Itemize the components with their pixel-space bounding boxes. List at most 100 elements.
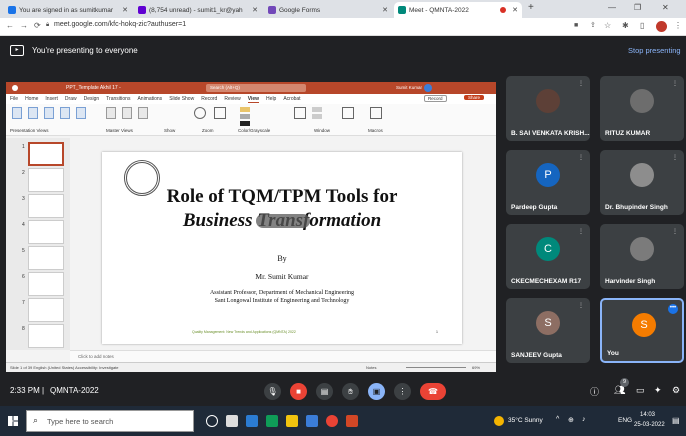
participant-tile[interactable]: ⋮ P Pardeep Gupta [506,150,590,215]
network-icon[interactable]: ⊕ [568,416,574,424]
outlook-icon[interactable] [246,415,258,427]
edge-icon[interactable] [266,415,278,427]
more-options-button[interactable]: ⋮ [394,383,411,400]
volume-icon[interactable]: ♪ [582,416,586,423]
normal-view-icon[interactable] [12,107,22,119]
presentation-overlay-pill[interactable] [256,214,310,228]
more-options-icon[interactable]: ⋮ [578,154,584,161]
macros-icon[interactable] [370,107,382,119]
notes-toggle[interactable]: Notes [366,365,376,370]
camera-icon[interactable]: ■ [574,22,578,29]
windows-start-icon[interactable] [8,416,18,426]
close-icon[interactable]: ✕ [252,6,258,14]
url-field[interactable]: meet.google.com/kfc-hokq-zic?authuser=1 [54,21,186,28]
task-view-icon[interactable] [226,415,238,427]
leave-call-button[interactable]: ☎︎ [420,383,446,400]
star-icon[interactable]: ☆ [604,21,611,30]
close-icon[interactable]: ✕ [122,6,128,14]
slide-thumbnail[interactable] [28,220,64,244]
more-options-icon[interactable]: ••• [668,304,678,314]
participant-tile[interactable]: ⋮ RITUZ KUMAR [600,76,684,141]
slide-thumbnail[interactable] [28,194,64,218]
switch-windows-icon[interactable] [342,107,354,119]
more-options-icon[interactable]: ⋮ [672,154,678,161]
camera-button[interactable]: ■ [290,383,307,400]
black-white-swatch[interactable] [240,121,250,126]
ppt-user-avatar[interactable] [424,84,432,92]
more-options-icon[interactable]: ⋮ [578,302,584,309]
ppt-menu-help[interactable]: Help [266,96,276,103]
slide-thumbnail[interactable] [28,142,64,166]
ppt-menu-draw[interactable]: Draw [65,96,77,103]
profile-avatar[interactable] [656,21,667,32]
captions-button[interactable]: ▤ [316,383,333,400]
ppt-menu-animations[interactable]: Animations [137,96,162,103]
ppt-menu-design[interactable]: Design [84,96,100,103]
tab-mail[interactable]: (8,754 unread) - sumit1_kr@yah ✕ [134,2,262,18]
notifications-icon[interactable]: ▤ [672,416,680,425]
extensions-icon[interactable]: ✱ [622,21,629,30]
grayscale-swatch[interactable] [240,114,250,119]
sidebar-icon[interactable]: ▯ [640,21,644,30]
tab-meet[interactable]: Meet - QMNTA-2022 ✕ [394,2,522,18]
fit-to-window-icon[interactable] [214,107,226,119]
ppt-menu-view[interactable]: View [247,96,260,103]
share-button[interactable]: Share [464,95,485,100]
back-icon[interactable]: ← [6,21,14,30]
participant-tile[interactable]: ⋮ Dr. Bhupinder Singh [600,150,684,215]
slide-thumbnail[interactable] [28,168,64,192]
participant-tile[interactable]: ⋮ S SANJEEV Gupta [506,298,590,363]
ppt-menu-review[interactable]: Review [224,96,240,103]
info-icon[interactable]: ⓘ [590,385,599,398]
current-slide[interactable]: Role of TQM/TPM Tools for Business Trans… [102,152,462,344]
ppt-menu-transitions[interactable]: Transitions [106,96,130,103]
share-icon[interactable]: ⇪ [590,21,596,29]
participant-tile-self[interactable]: ••• S You [600,298,684,363]
chat-icon[interactable]: ▭ [636,385,645,396]
color-swatch[interactable] [240,107,250,112]
more-options-icon[interactable]: ⋮ [672,80,678,87]
host-controls-icon[interactable]: ⚙︎ [672,385,680,396]
ppt-menu-insert[interactable]: Insert [45,96,58,103]
participant-tile[interactable]: ⋮ B. SAI VENKATA KRISH... [506,76,590,141]
notes-master-icon[interactable] [138,107,148,119]
slide-thumbnail[interactable] [28,246,64,270]
notes-pane[interactable]: Click to add notes [70,350,496,362]
reload-icon[interactable]: ⟳ [34,21,41,30]
more-options-icon[interactable]: ⋮ [578,228,584,235]
word-icon[interactable] [306,415,318,427]
close-icon[interactable]: ✕ [512,6,518,14]
new-tab-icon[interactable]: + [528,2,534,13]
outline-view-icon[interactable] [28,107,38,119]
microphone-button[interactable]: 🎙︎ [264,383,281,400]
file-explorer-icon[interactable] [286,415,298,427]
raise-hand-button[interactable]: ✋︎ [342,383,359,400]
zoom-icon[interactable] [194,107,206,119]
slide-thumbnail[interactable] [28,272,64,296]
ppt-menu-home[interactable]: Home [25,96,38,103]
cascade-icon[interactable] [312,114,322,119]
close-icon[interactable]: ✕ [382,6,388,14]
ppt-menu-file[interactable]: File [10,96,18,103]
clock-time[interactable]: 14:03 [640,412,655,418]
tray-chevron-icon[interactable]: ^ [556,416,559,423]
slide-master-icon[interactable] [106,107,116,119]
restore-icon[interactable]: ❐ [634,3,641,12]
slide-thumbnail[interactable] [28,298,64,322]
participant-tile[interactable]: ⋮ C CKECMECHEXAM R17 [506,224,590,289]
more-options-icon[interactable]: ⋮ [672,228,678,235]
ppt-menu-acrobat[interactable]: Acrobat [283,96,300,103]
zoom-slider[interactable] [406,367,466,368]
powerpoint-icon[interactable] [346,415,358,427]
new-window-icon[interactable] [294,107,306,119]
slide-thumbnail[interactable] [28,324,64,348]
ppt-menu-slide-show[interactable]: Slide Show [169,96,194,103]
arrange-all-icon[interactable] [312,107,322,112]
language-indicator[interactable]: ENG [618,417,632,424]
chrome-icon[interactable] [326,415,338,427]
ppt-menu-record[interactable]: Record [201,96,217,103]
slide-sorter-icon[interactable] [44,107,54,119]
minimize-icon[interactable]: — [608,3,616,12]
clock-date[interactable]: 25-03-2022 [634,422,665,428]
menu-icon[interactable]: ⋮ [674,21,682,30]
